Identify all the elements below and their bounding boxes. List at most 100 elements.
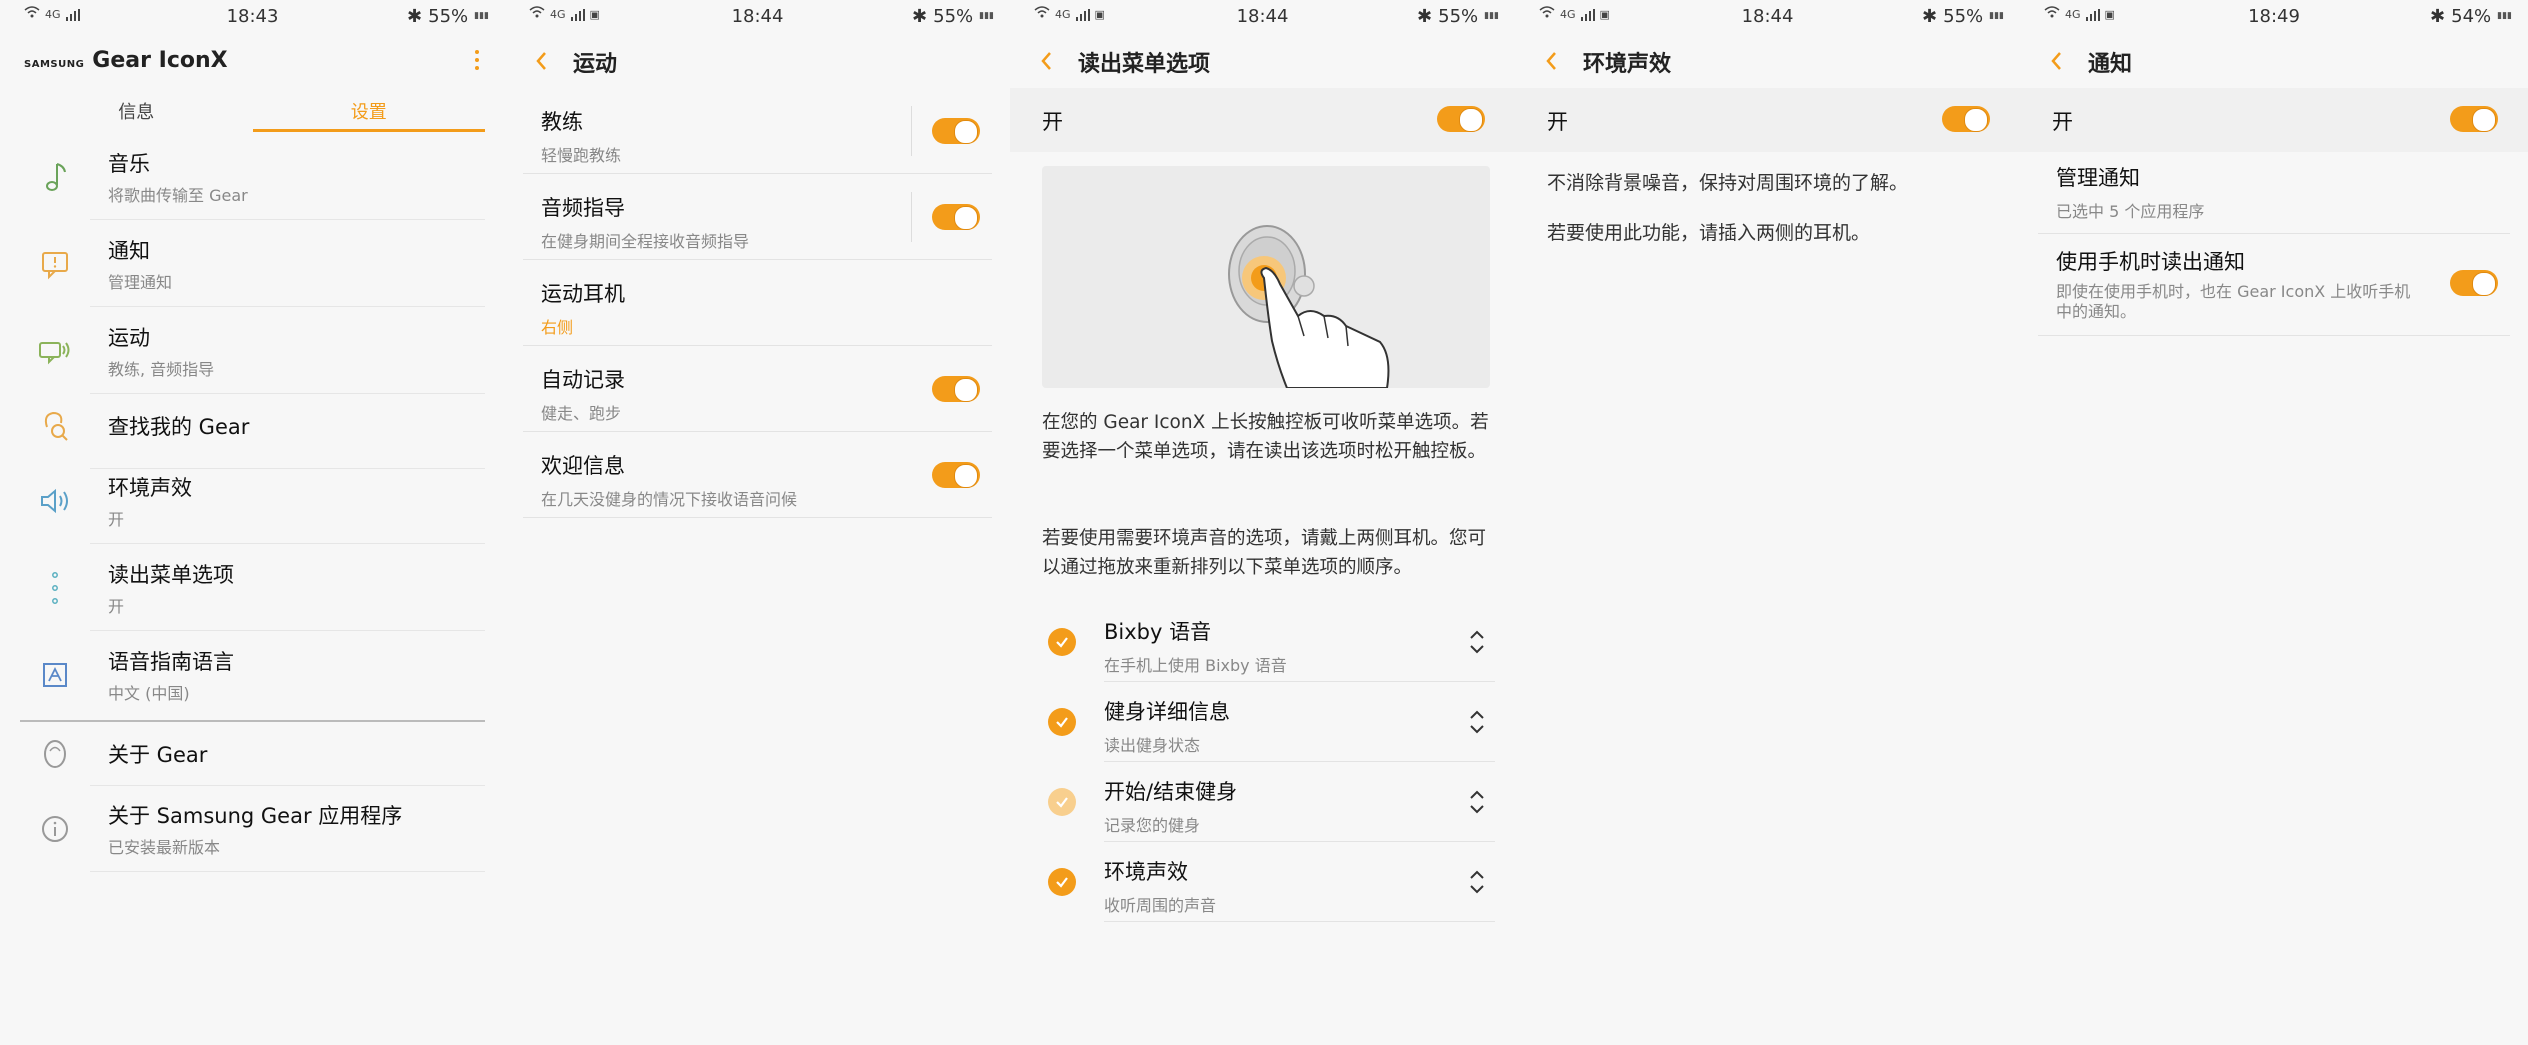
row-sub: 即使在使用手机时，也在 Gear IconX 上收听手机中的通知。	[2056, 282, 2411, 321]
item-label: 通知	[108, 238, 150, 263]
back-arrow-icon[interactable]	[1539, 46, 1567, 76]
option-ambient-sound[interactable]: 环境声效 收听周围的声音	[1030, 842, 1495, 922]
reorder-handle-icon[interactable]	[1467, 866, 1487, 898]
item-sub: 开	[108, 596, 125, 616]
page-title: 通知	[2088, 52, 2133, 77]
audio-guide-toggle[interactable]	[932, 204, 980, 230]
back-arrow-icon[interactable]	[1034, 46, 1062, 76]
read-menu-toggle[interactable]	[1437, 106, 1485, 132]
reorder-handle-icon[interactable]	[1467, 626, 1487, 658]
item-sub: 中文 (中国)	[108, 684, 190, 703]
master-switch-bar[interactable]: 开	[1515, 88, 2020, 152]
on-label: 开	[2052, 110, 2073, 134]
reorder-handle-icon[interactable]	[1467, 706, 1487, 738]
settings-item-about-app[interactable]: 关于 Samsung Gear 应用程序 已安装最新版本	[20, 786, 485, 872]
instruction-text-1: 在您的 Gear IconX 上长按触控板可收听菜单选项。若要选择一个菜单选项，…	[1042, 412, 1489, 462]
row-label: 欢迎信息	[541, 454, 625, 478]
row-sub: 右侧	[541, 318, 574, 337]
back-arrow-icon[interactable]	[529, 46, 557, 76]
music-note-icon	[20, 134, 90, 220]
screenshot-collage: 4G 18:43 ✱ 55% ▮▮▮ SAMSUNG Gear IconX 信息…	[0, 0, 2528, 1045]
app-bar: 环境声效	[1515, 34, 2020, 88]
battery-percent: 55%	[1438, 6, 1479, 27]
item-sub: 已安装最新版本	[108, 837, 221, 857]
option-workout-details[interactable]: 健身详细信息 读出健身状态	[1030, 682, 1495, 762]
more-options-icon[interactable]	[465, 46, 489, 74]
row-read-while-using-phone[interactable]: 使用手机时读出通知 即使在使用手机时，也在 Gear IconX 上收听手机中的…	[2038, 234, 2510, 336]
status-bar: 4G ▣ 18:44 ✱ 55% ▮▮▮	[1515, 0, 2020, 34]
option-label: 开始/结束健身	[1104, 780, 1238, 804]
auto-record-toggle[interactable]	[932, 376, 980, 402]
row-sub: 已选中 5 个应用程序	[2056, 202, 2205, 221]
on-label: 开	[1547, 110, 1568, 134]
tab-settings[interactable]: 设置	[252, 92, 485, 132]
bluetooth-icon: ✱	[2430, 6, 2446, 27]
page-title: 读出菜单选项	[1078, 52, 1211, 77]
row-auto-record[interactable]: 自动记录 健走、跑步	[523, 346, 992, 432]
item-label: 关于 Gear	[108, 742, 208, 767]
item-sub: 教练, 音频指导	[108, 359, 215, 379]
status-bar: 4G ▣ 18:44 ✱ 55% ▮▮▮	[1010, 0, 1515, 34]
row-label: 管理通知	[2056, 166, 2140, 190]
row-sub: 健走、跑步	[541, 404, 622, 423]
instruction-text-2: 若要使用需要环境声音的选项，请戴上两侧耳机。您可以通过拖放来重新排列以下菜单选项…	[1042, 528, 1487, 578]
read-menu-options-screen: 4G ▣ 18:44 ✱ 55% ▮▮▮ 读出菜单选项 开 在您的 Gear I…	[1010, 0, 1515, 1045]
bluetooth-icon: ✱	[912, 6, 928, 27]
settings-item-find-gear[interactable]: 查找我的 Gear	[20, 383, 485, 469]
master-switch-bar[interactable]: 开	[1010, 88, 1515, 152]
tab-info[interactable]: 信息	[20, 92, 253, 132]
ambient-sound-screen: 4G ▣ 18:44 ✱ 55% ▮▮▮ 环境声效 开 不消除背景噪音，保持对周…	[1515, 0, 2020, 1045]
settings-item-about-gear[interactable]: 关于 Gear	[20, 722, 485, 786]
battery-icon: ▮▮▮	[979, 11, 994, 21]
coach-toggle[interactable]	[932, 118, 980, 144]
battery-percent: 55%	[933, 6, 974, 27]
check-icon[interactable]	[1048, 708, 1076, 736]
status-bar: 4G ▣ 18:49 ✱ 54% ▮▮▮	[2020, 0, 2528, 34]
check-icon[interactable]	[1048, 628, 1076, 656]
touchpad-illustration	[1042, 166, 1490, 389]
row-workout-earbud[interactable]: 运动耳机 右侧	[523, 260, 992, 346]
ambient-sound-toggle[interactable]	[1942, 106, 1990, 132]
row-separator	[911, 106, 912, 156]
bluetooth-icon: ✱	[407, 6, 423, 27]
workout-screen: 4G ▣ 18:44 ✱ 55% ▮▮▮ 运动 教练 轻慢跑教练 音频指导 在健…	[505, 0, 1010, 1045]
notifications-screen: 4G ▣ 18:49 ✱ 54% ▮▮▮ 通知 开 管理通知 已选中 5 个应用…	[2020, 0, 2528, 1045]
master-switch-bar[interactable]: 开	[2020, 88, 2528, 152]
item-label: 音乐	[108, 151, 150, 176]
option-bixby-voice[interactable]: Bixby 语音 在手机上使用 Bixby 语音	[1030, 602, 1495, 682]
option-label: 健身详细信息	[1104, 700, 1230, 724]
settings-item-notifications[interactable]: 通知 管理通知	[20, 221, 485, 307]
settings-item-ambient-sound[interactable]: 环境声效 开	[20, 458, 485, 544]
welcome-message-toggle[interactable]	[932, 462, 980, 488]
item-label: 环境声效	[108, 475, 192, 500]
row-sub: 轻慢跑教练	[541, 146, 622, 165]
row-separator	[911, 192, 912, 242]
settings-item-read-menu[interactable]: 读出菜单选项 开	[20, 545, 485, 631]
row-welcome-message[interactable]: 欢迎信息 在几天没健身的情况下接收语音问候	[523, 432, 992, 518]
notifications-toggle[interactable]	[2450, 106, 2498, 132]
gear-iconx-settings-screen: 4G 18:43 ✱ 55% ▮▮▮ SAMSUNG Gear IconX 信息…	[0, 0, 505, 1045]
info-icon	[20, 786, 90, 872]
check-icon[interactable]	[1048, 788, 1076, 816]
settings-item-workout[interactable]: 运动 教练, 音频指导	[20, 308, 485, 394]
settings-item-voice-language[interactable]: 语音指南语言 中文 (中国)	[20, 632, 485, 718]
reorder-handle-icon[interactable]	[1467, 786, 1487, 818]
page-title: 环境声效	[1583, 52, 1672, 77]
back-arrow-icon[interactable]	[2044, 46, 2072, 76]
on-label: 开	[1042, 110, 1063, 134]
row-manage-notifications[interactable]: 管理通知 已选中 5 个应用程序	[2038, 152, 2510, 234]
option-start-end-workout[interactable]: 开始/结束健身 记录您的健身	[1030, 762, 1495, 842]
app-bar: 读出菜单选项	[1010, 34, 1515, 88]
item-label: 运动	[108, 325, 150, 350]
read-while-using-toggle[interactable]	[2450, 270, 2498, 296]
status-right: ✱ 55% ▮▮▮	[1417, 6, 1499, 27]
row-coach[interactable]: 教练 轻慢跑教练	[523, 88, 992, 174]
item-label: 语音指南语言	[108, 650, 234, 674]
battery-percent: 55%	[428, 6, 469, 27]
row-audio-guide[interactable]: 音频指导 在健身期间全程接收音频指导	[523, 174, 992, 260]
option-label: 环境声效	[1104, 860, 1188, 884]
battery-icon: ▮▮▮	[1484, 11, 1499, 21]
settings-item-music[interactable]: 音乐 将歌曲传输至 Gear	[20, 134, 485, 220]
check-icon[interactable]	[1048, 868, 1076, 896]
battery-icon: ▮▮▮	[474, 11, 489, 21]
